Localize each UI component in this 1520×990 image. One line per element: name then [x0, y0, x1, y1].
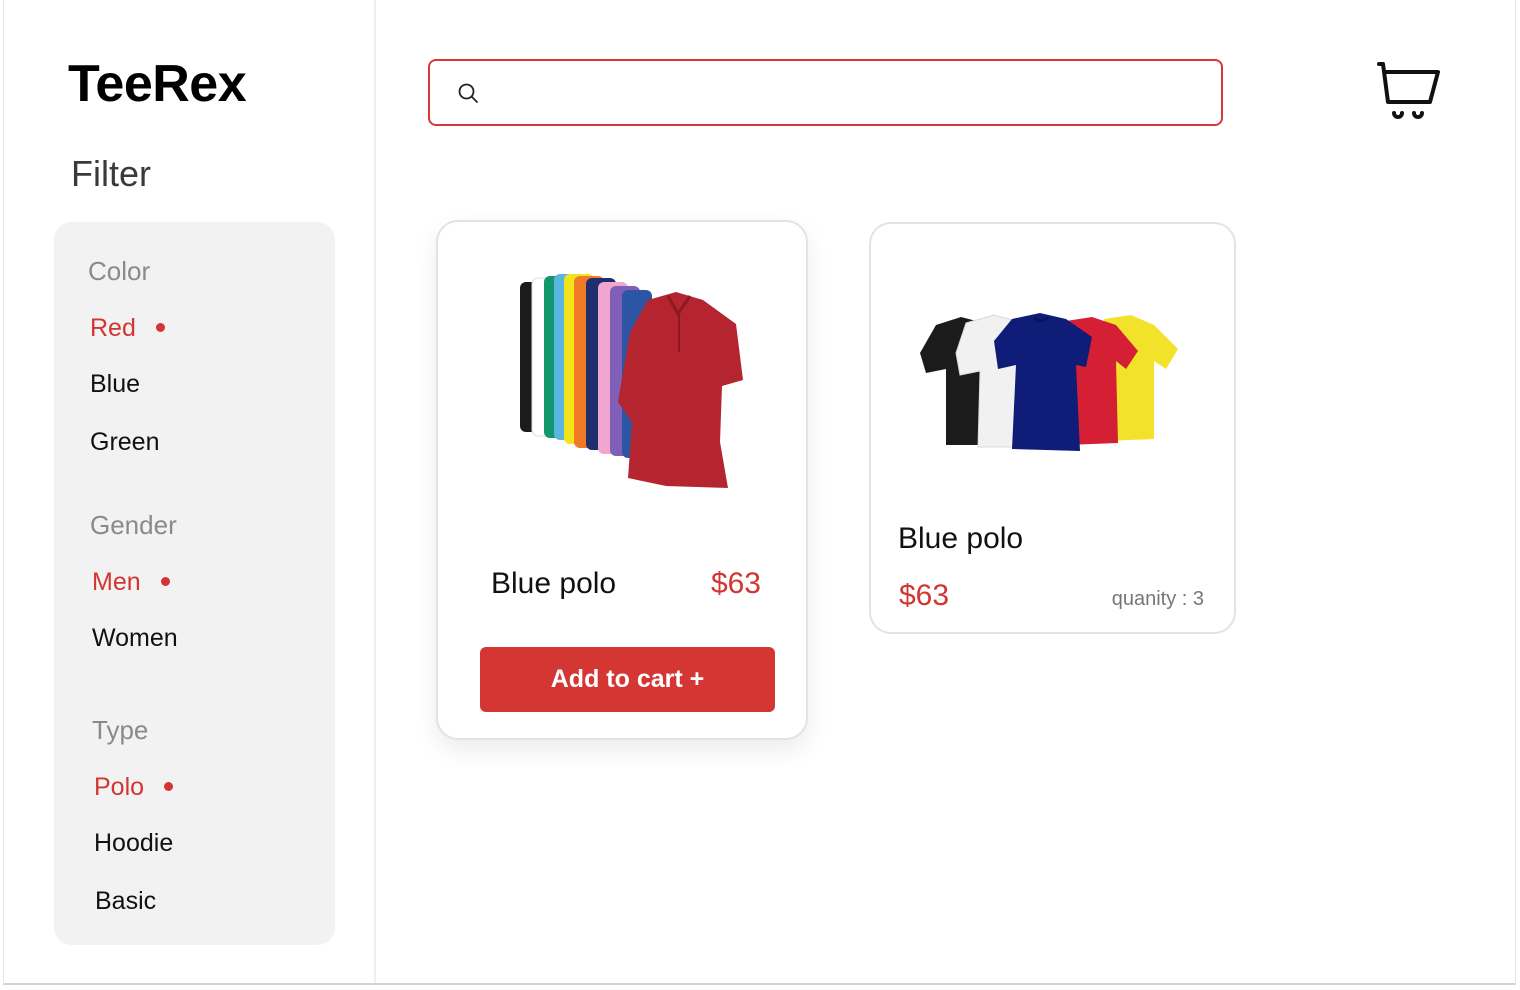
filter-option-label: Basic: [95, 887, 157, 915]
filter-option-polo[interactable]: Polo: [94, 773, 174, 802]
selected-dot-icon: [160, 576, 170, 586]
selected-dot-icon: [164, 781, 174, 791]
add-to-cart-button[interactable]: Add to cart +: [480, 647, 775, 712]
product-price: $63: [899, 579, 950, 612]
filter-option-red[interactable]: Red: [90, 314, 165, 343]
filter-option-label: Blue: [90, 370, 141, 398]
logo: TeeRex: [68, 55, 247, 113]
filter-option-label: Men: [92, 568, 141, 596]
filter-group-type-label: Type: [92, 715, 149, 745]
search-input[interactable]: [492, 60, 1221, 125]
filter-option-label: Hoodie: [94, 829, 174, 857]
product-card[interactable]: Blue polo $63 quanity : 3: [869, 222, 1236, 634]
filter-option-blue[interactable]: Blue: [90, 370, 140, 399]
filter-option-women[interactable]: Women: [92, 624, 178, 653]
filter-option-label: Polo: [94, 773, 145, 801]
search-bar[interactable]: [428, 59, 1223, 126]
filter-option-label: Women: [92, 624, 178, 652]
selected-dot-icon: [155, 322, 165, 332]
filter-option-label: Green: [90, 428, 160, 456]
product-name: Blue polo: [491, 567, 617, 600]
product-image-polo-stack: [520, 274, 743, 488]
filter-option-men[interactable]: Men: [92, 568, 170, 597]
filter-option-hoodie[interactable]: Hoodie: [94, 829, 173, 858]
cart-icon[interactable]: [1374, 58, 1442, 126]
filter-group-gender-label: Gender: [90, 510, 177, 540]
product-price: $63: [710, 567, 761, 600]
product-image-tshirt-stack: [920, 313, 1178, 451]
quantity-label: quanity : 3: [1111, 588, 1204, 610]
filter-option-green[interactable]: Green: [90, 428, 159, 457]
search-icon: [458, 83, 478, 103]
sidebar: TeeRex Filter Color Red Blue Green Gende…: [4, 0, 376, 983]
filter-option-label: Red: [90, 314, 136, 342]
filter-title: Filter: [71, 153, 151, 194]
filter-option-basic[interactable]: Basic: [95, 887, 156, 916]
product-card[interactable]: Blue polo $63 Add to cart +: [436, 220, 808, 740]
filter-group-color-label: Color: [88, 256, 151, 286]
product-name: Blue polo: [898, 522, 1024, 555]
filter-panel: Color Red Blue Green Gender Men Women Ty…: [54, 222, 335, 945]
